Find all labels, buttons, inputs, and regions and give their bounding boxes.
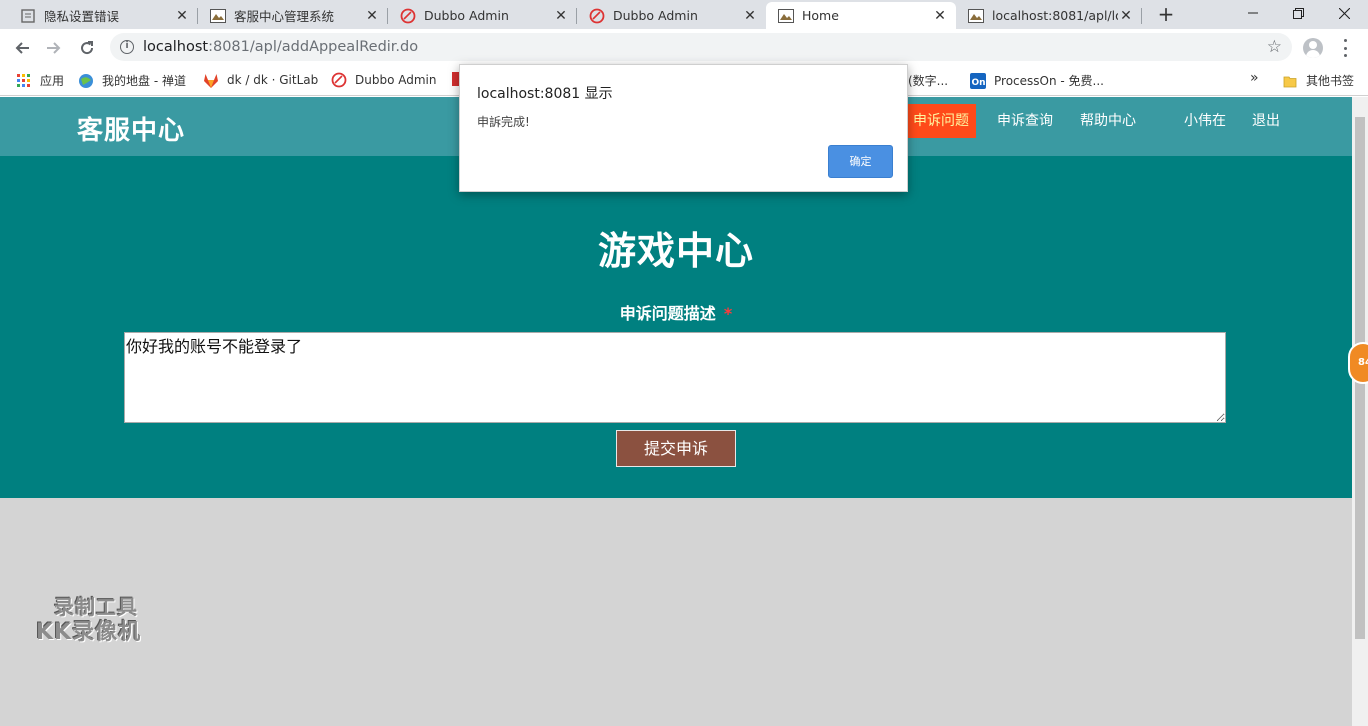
warning-page-icon (20, 8, 36, 24)
back-arrow-icon[interactable] (9, 35, 35, 61)
bookmark-gitlab[interactable]: dk / dk · GitLab (203, 72, 318, 88)
dialog-title: localhost:8081 显示 (477, 86, 613, 102)
description-label: 申诉问题描述 * (619, 304, 733, 323)
close-icon[interactable]: ✕ (932, 8, 948, 24)
forward-arrow-icon[interactable] (41, 35, 67, 61)
processon-icon: On (970, 72, 986, 89)
bookmark-label: (数字... (908, 74, 949, 88)
apps-grid-icon (16, 73, 32, 89)
globe-icon (78, 73, 94, 89)
address-bar[interactable]: i localhost:8081/apl/addAppealRedir.do ☆ (110, 33, 1292, 61)
site-favicon (210, 8, 226, 24)
bookmark-label: 其他书签 (1306, 74, 1355, 88)
description-textarea[interactable]: 你好我的账号不能登录了 (124, 332, 1226, 423)
submit-appeal-button[interactable]: 提交申诉 (616, 430, 736, 467)
window-close-icon[interactable] (1321, 0, 1367, 26)
recorder-watermark: 录制工具 KK录像机 (36, 595, 142, 645)
new-tab-plus-icon[interactable]: + (1155, 2, 1177, 26)
bookmark-other[interactable]: 其他书签 (1282, 72, 1354, 89)
tab-title: Dubbo Admin (613, 8, 698, 23)
bookmark-shuzi[interactable]: (数字... (908, 72, 948, 89)
bookmark-dubbo-admin[interactable]: Dubbo Admin (331, 72, 436, 88)
bookmark-label: ProcessOn - 免费... (994, 74, 1104, 88)
tab-title: localhost:8081/apl/lo (992, 8, 1118, 23)
browser-tab-2[interactable]: 客服中心管理系统 ✕ (198, 2, 388, 29)
info-icon[interactable]: i (120, 40, 134, 54)
nav-appeal-query[interactable]: 申诉查询 (991, 104, 1059, 138)
dialog-ok-button[interactable]: 确定 (828, 145, 893, 178)
close-icon[interactable]: ✕ (1118, 8, 1134, 24)
tab-title: 隐私设置错误 (44, 9, 120, 24)
bookmarks-overflow-chevron[interactable]: » (1250, 70, 1259, 86)
nav-username[interactable]: 小伟在 (1178, 104, 1232, 138)
bookmark-star-icon[interactable]: ☆ (1267, 37, 1282, 57)
dubbo-favicon (589, 8, 605, 24)
browser-tab-1[interactable]: 隐私设置错误 ✕ (8, 2, 198, 29)
floating-count-badge[interactable]: 84 (1348, 342, 1368, 384)
close-icon[interactable]: ✕ (174, 8, 190, 24)
alert-dialog: localhost:8081 显示 申訴完成! 确定 (459, 64, 908, 192)
bookmark-apps[interactable]: 应用 (16, 72, 64, 89)
tab-title: Dubbo Admin (424, 8, 509, 23)
dubbo-favicon (400, 8, 416, 24)
profile-avatar-icon[interactable] (1303, 38, 1323, 58)
bookmark-zentao[interactable]: 我的地盘 - 禅道 (78, 72, 186, 89)
page-scrollbar[interactable] (1352, 97, 1368, 726)
close-icon[interactable]: ✕ (742, 8, 758, 24)
folder-icon (1282, 73, 1298, 89)
dialog-message: 申訴完成! (477, 115, 530, 129)
browser-tab-3[interactable]: Dubbo Admin ✕ (388, 2, 577, 29)
nav-appeal-issue[interactable]: 申诉问题 (906, 104, 976, 138)
tab-strip: 隐私设置错误 ✕ 客服中心管理系统 ✕ Dubbo Admin ✕ Dubbo … (0, 0, 1368, 29)
bookmark-label: 我的地盘 - 禅道 (102, 74, 186, 88)
menu-kebab-icon[interactable] (1338, 39, 1352, 57)
address-url: localhost:8081/apl/addAppealRedir.do (143, 39, 419, 55)
tab-title: 客服中心管理系统 (234, 9, 335, 24)
page-title: 游戏中心 (597, 229, 754, 273)
svg-text:On: On (972, 78, 986, 88)
required-mark: * (723, 304, 733, 323)
reload-icon[interactable] (74, 35, 100, 61)
browser-toolbar: i localhost:8081/apl/addAppealRedir.do ☆ (0, 29, 1368, 66)
close-icon[interactable]: ✕ (553, 8, 569, 24)
browser-tab-4[interactable]: Dubbo Admin ✕ (577, 2, 766, 29)
browser-tab-6[interactable]: localhost:8081/apl/lo ✕ (956, 2, 1142, 29)
bookmark-label: 应用 (40, 74, 65, 88)
appeal-form-section: 游戏中心 申诉问题描述 * 你好我的账号不能登录了 提交申诉 (0, 156, 1352, 498)
tab-title: Home (802, 8, 839, 23)
site-favicon (778, 8, 794, 24)
gitlab-icon (203, 72, 219, 88)
close-icon[interactable]: ✕ (364, 8, 380, 24)
nav-logout[interactable]: 退出 (1246, 104, 1286, 138)
bookmark-label: Dubbo Admin (355, 73, 437, 87)
restore-icon[interactable] (1275, 0, 1321, 26)
nav-help-center[interactable]: 帮助中心 (1074, 104, 1142, 138)
bookmark-processon[interactable]: On ProcessOn - 免费... (970, 72, 1104, 89)
dubbo-favicon (331, 72, 347, 88)
bookmark-label: dk / dk · GitLab (227, 73, 319, 87)
site-brand[interactable]: 客服中心 (77, 110, 185, 147)
browser-tab-5-active[interactable]: Home ✕ (766, 2, 956, 29)
site-favicon (968, 8, 984, 24)
minimize-icon[interactable] (1230, 0, 1276, 26)
